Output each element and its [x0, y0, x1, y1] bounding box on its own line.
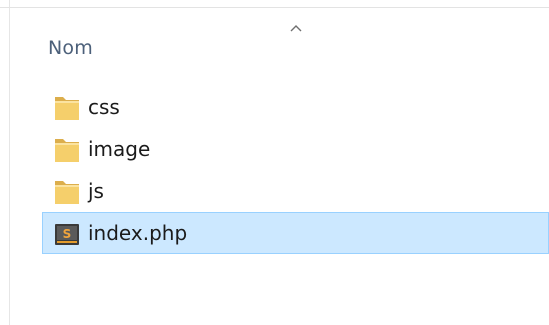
list-item-image[interactable]: image [42, 128, 549, 170]
file-list: css image js S index.php [42, 86, 549, 254]
file-name: image [88, 137, 151, 161]
file-name: css [88, 95, 120, 119]
folder-icon [55, 97, 79, 120]
list-item-index-php[interactable]: S index.php [42, 212, 549, 254]
file-name: js [88, 179, 104, 203]
file-name: index.php [88, 221, 188, 245]
list-item-js[interactable]: js [42, 170, 549, 212]
folder-icon [55, 181, 79, 204]
column-header-label: Nom [48, 37, 93, 59]
list-item-css[interactable]: css [42, 86, 549, 128]
header-top-divider [0, 7, 549, 8]
column-header-name[interactable]: Nom [42, 28, 502, 68]
file-explorer-pane: Nom css image js S index.php [0, 0, 549, 325]
pane-edge [9, 0, 10, 325]
php-file-icon: S [55, 224, 79, 245]
svg-text:S: S [63, 227, 72, 241]
folder-icon [55, 139, 79, 162]
